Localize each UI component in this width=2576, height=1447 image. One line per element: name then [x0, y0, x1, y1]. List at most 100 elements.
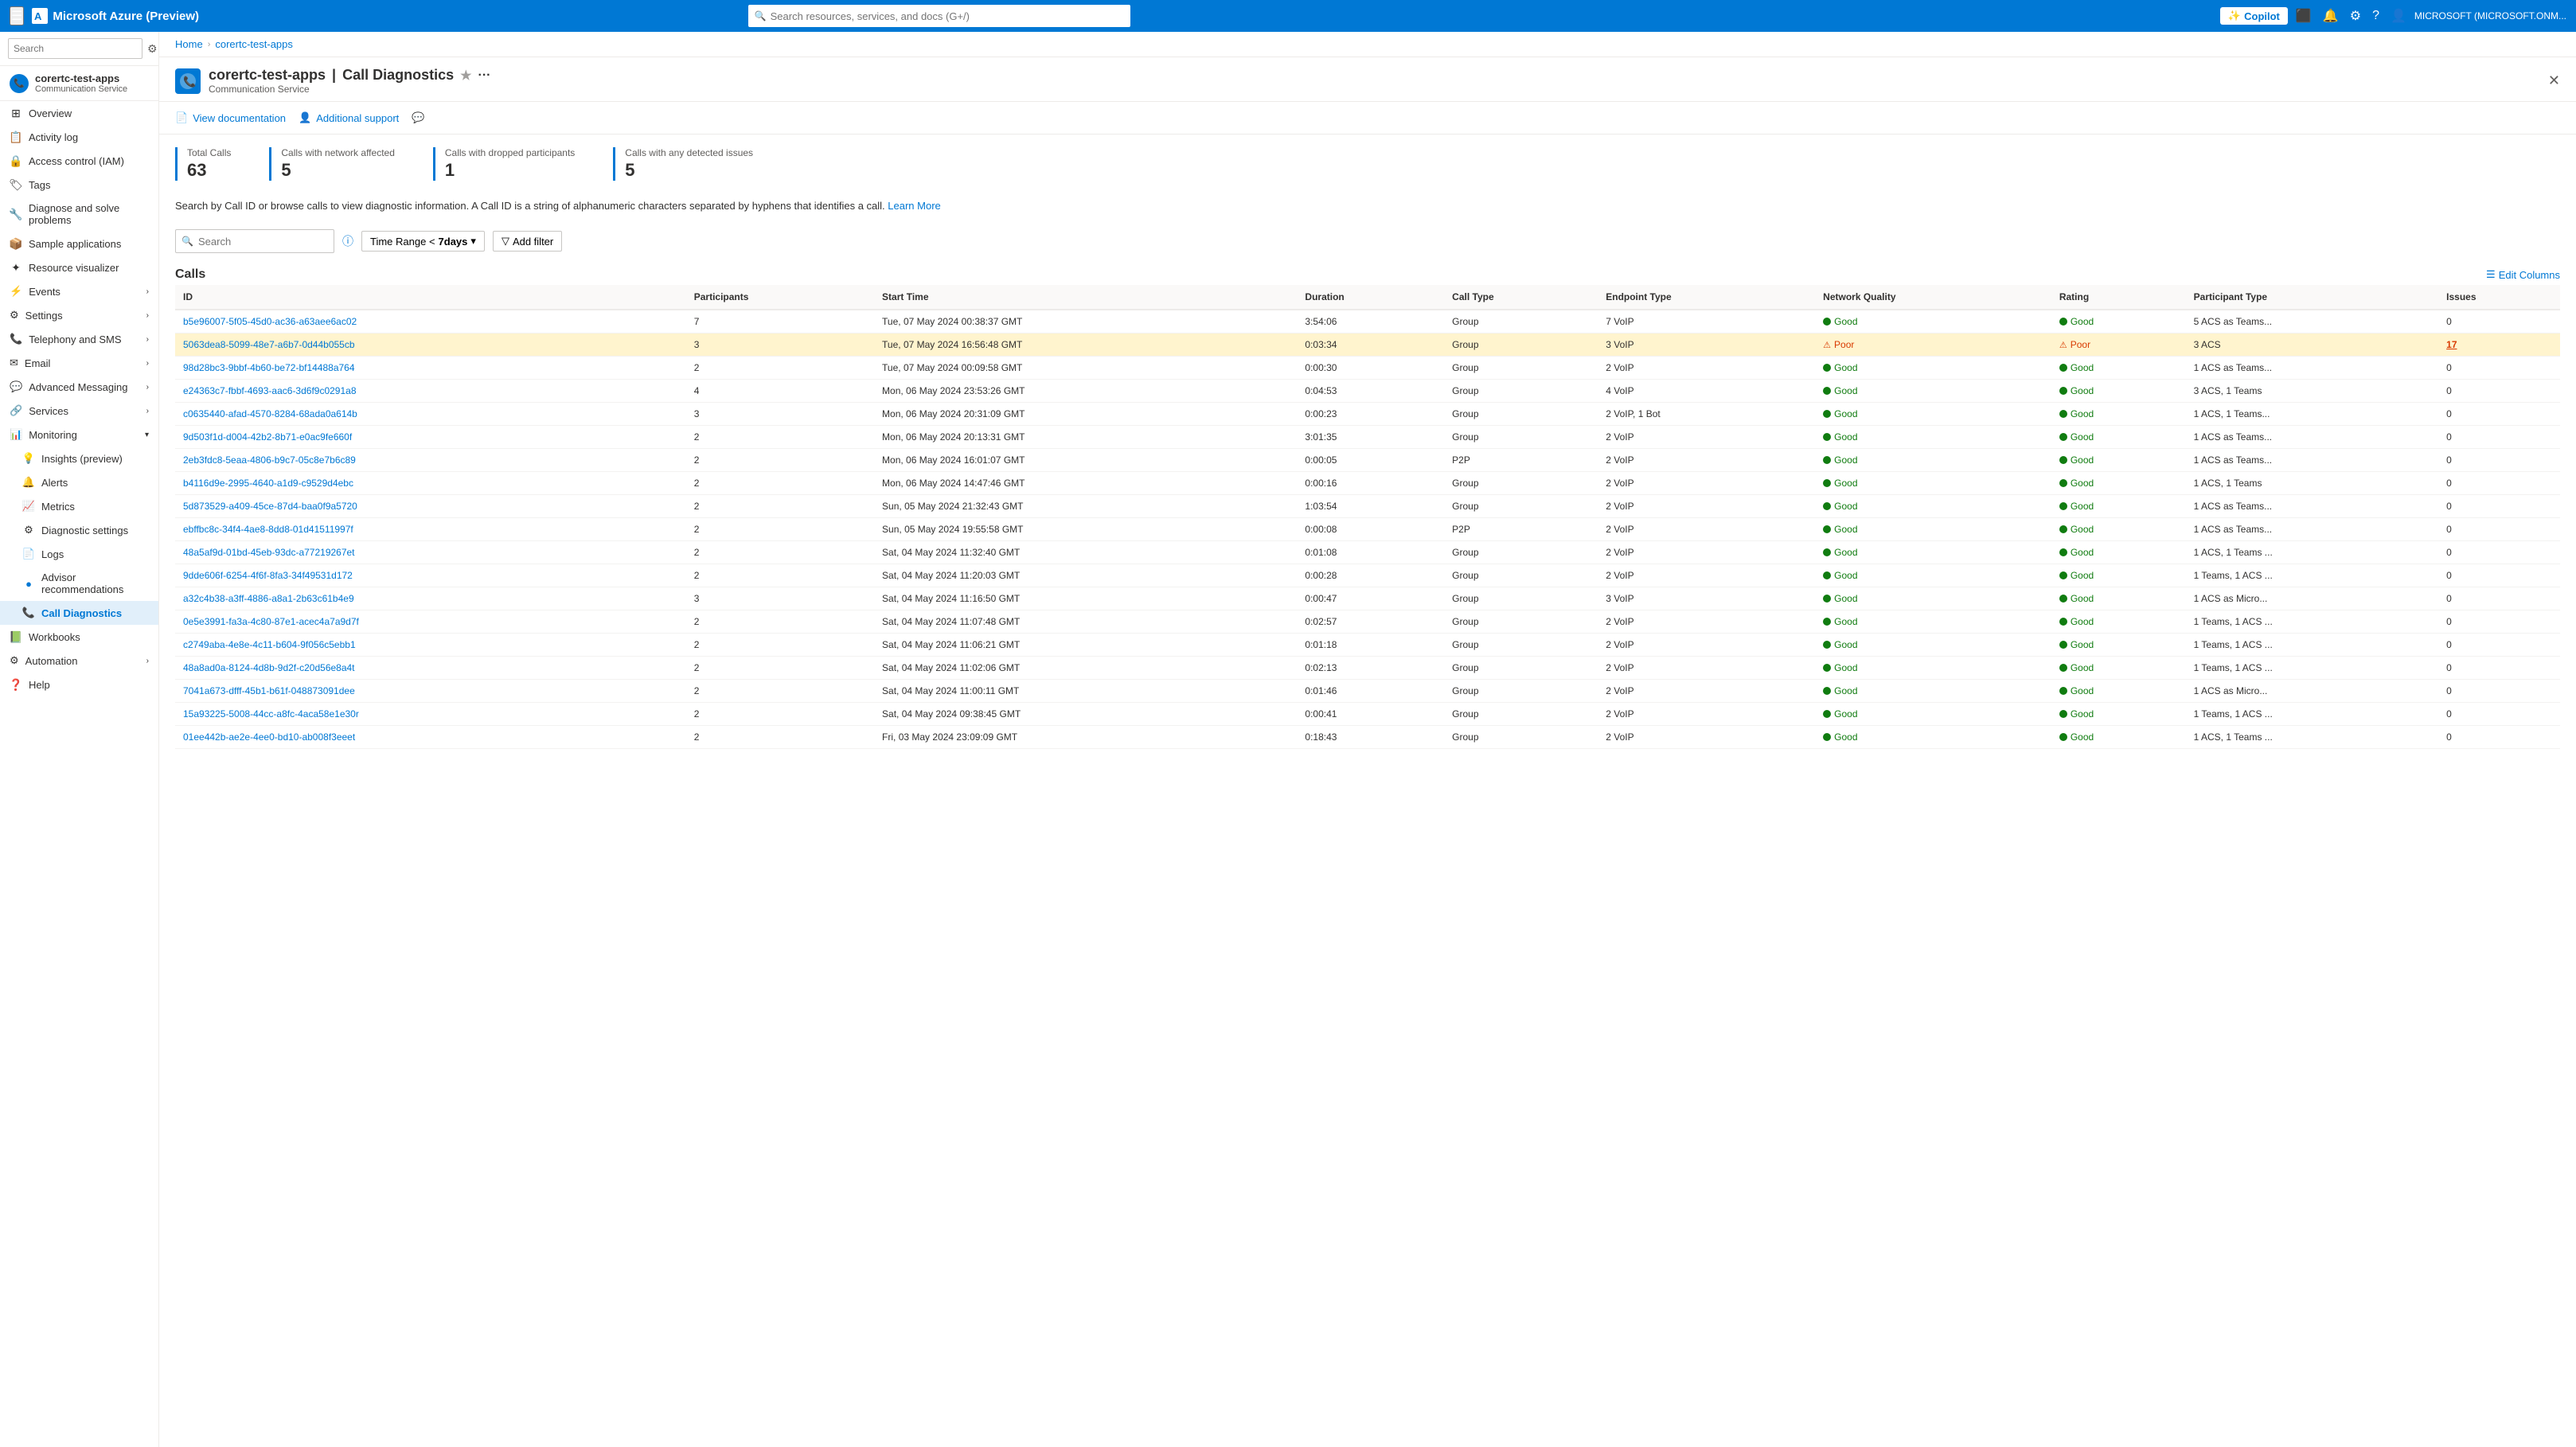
call-id-link[interactable]: b4116d9e-2995-4640-a1d9-c9529d4ebc — [183, 478, 353, 489]
cell-participants: 4 — [686, 380, 874, 403]
issues-link[interactable]: 17 — [2446, 339, 2457, 350]
cell-participant-type: 1 ACS as Micro... — [2186, 680, 2439, 703]
hamburger-button[interactable]: ☰ — [10, 6, 24, 25]
view-docs-button[interactable]: 📄 View documentation — [175, 108, 286, 127]
sidebar-item-diagnose[interactable]: 🔧 Diagnose and solve problems — [0, 197, 158, 232]
call-id-link[interactable]: ebffbc8c-34f4-4ae8-8dd8-01d41511997f — [183, 524, 353, 535]
learn-more-link[interactable]: Learn More — [888, 200, 940, 212]
col-header-issues[interactable]: Issues — [2438, 285, 2560, 310]
cell-start-time: Mon, 06 May 2024 16:01:07 GMT — [874, 449, 1297, 472]
sidebar-item-tags[interactable]: 🏷 Tags — [0, 173, 158, 197]
call-id-link[interactable]: b5e96007-5f05-45d0-ac36-a63aee6ac02 — [183, 316, 357, 327]
sidebar-label-automation: Automation — [25, 655, 78, 667]
sidebar-item-advisor-recommendations[interactable]: ● Advisor recommendations — [0, 566, 158, 601]
call-id-link[interactable]: 2eb3fdc8-5eaa-4806-b9c7-05c8e7b6c89 — [183, 454, 356, 466]
favorite-star[interactable]: ★ — [460, 68, 471, 84]
sidebar-item-logs[interactable]: 📄 Logs — [0, 542, 158, 566]
call-id-link[interactable]: 9dde606f-6254-4f6f-8fa3-34f49531d172 — [183, 570, 353, 581]
sidebar-group-monitoring[interactable]: 📊 Monitoring ▾ — [0, 423, 158, 447]
col-header-call-type[interactable]: Call Type — [1444, 285, 1598, 310]
issues-zero: 0 — [2446, 524, 2452, 535]
cell-duration: 0:00:23 — [1297, 403, 1444, 426]
sidebar-item-resource-visualizer[interactable]: ✦ Resource visualizer — [0, 255, 158, 279]
close-button[interactable]: ✕ — [2548, 72, 2560, 89]
col-header-duration[interactable]: Duration — [1297, 285, 1444, 310]
call-id-link[interactable]: c2749aba-4e8e-4c11-b604-9f056c5ebb1 — [183, 639, 356, 650]
cell-duration: 0:01:18 — [1297, 634, 1444, 657]
notifications-button[interactable]: 🔔 — [2320, 5, 2342, 27]
network-quality-value: Good — [1823, 639, 2043, 650]
global-search-input[interactable] — [748, 5, 1130, 27]
sidebar-item-iam[interactable]: 🔒 Access control (IAM) — [0, 149, 158, 173]
settings-button[interactable]: ⚙ — [2347, 5, 2364, 27]
network-quality-value: Good — [1823, 662, 2043, 673]
call-id-link[interactable]: 48a5af9d-01bd-45eb-93dc-a77219267et — [183, 547, 355, 558]
call-id-link[interactable]: 9d503f1d-d004-42b2-8b71-e0ac9fe660f — [183, 431, 352, 443]
breadcrumb-home[interactable]: Home — [175, 38, 203, 50]
sidebar-item-insights[interactable]: 💡 Insights (preview) — [0, 447, 158, 470]
calls-search-input[interactable] — [175, 229, 334, 253]
topbar-actions: ✨ Copilot ⬛ 🔔 ⚙ ? 👤 MICROSOFT (MICROSOFT… — [2220, 5, 2566, 27]
call-id-link[interactable]: e24363c7-fbbf-4693-aac6-3d6f9c0291a8 — [183, 385, 357, 396]
call-id-link[interactable]: a32c4b38-a3ff-4886-a8a1-2b63c61b4e9 — [183, 593, 354, 604]
call-id-link[interactable]: 7041a673-dfff-45b1-b61f-048873091dee — [183, 685, 355, 696]
sidebar-group-advanced-messaging[interactable]: 💬 Advanced Messaging › — [0, 375, 158, 399]
col-header-endpoint-type[interactable]: Endpoint Type — [1598, 285, 1815, 310]
issues-zero: 0 — [2446, 408, 2452, 419]
sidebar-item-workbooks[interactable]: 📗 Workbooks — [0, 625, 158, 649]
col-header-participant-type[interactable]: Participant Type — [2186, 285, 2439, 310]
sidebar-item-sample-apps[interactable]: 📦 Sample applications — [0, 232, 158, 255]
monitoring-expand-icon: ▾ — [145, 431, 149, 439]
cell-participants: 2 — [686, 703, 874, 726]
cell-duration: 0:00:30 — [1297, 357, 1444, 380]
breadcrumb-resource[interactable]: corertc-test-apps — [215, 38, 293, 50]
sidebar-group-automation[interactable]: ⚙ Automation › — [0, 649, 158, 673]
sidebar-group-email[interactable]: ✉ Email › — [0, 351, 158, 375]
col-header-network-quality[interactable]: Network Quality — [1815, 285, 2051, 310]
call-id-link[interactable]: 5d873529-a409-45ce-87d4-baa0f9a5720 — [183, 501, 357, 512]
col-header-participants[interactable]: Participants — [686, 285, 874, 310]
call-id-link[interactable]: c0635440-afad-4570-8284-68ada0a614b — [183, 408, 357, 419]
edit-columns-button[interactable]: ☰ Edit Columns — [2486, 268, 2560, 281]
col-header-start-time[interactable]: Start Time — [874, 285, 1297, 310]
time-range-button[interactable]: Time Range < 7days ▾ — [361, 231, 485, 252]
info-icon[interactable]: ⓘ — [342, 233, 353, 249]
sidebar-item-diagnostic-settings[interactable]: ⚙ Diagnostic settings — [0, 518, 158, 542]
sidebar-group-events[interactable]: ⚡ Events › — [0, 279, 158, 303]
events-expand-icon: › — [146, 287, 149, 296]
sidebar-item-activity-log[interactable]: 📋 Activity log — [0, 125, 158, 149]
cell-issues: 0 — [2438, 380, 2560, 403]
sidebar-item-metrics[interactable]: 📈 Metrics — [0, 494, 158, 518]
col-header-rating[interactable]: Rating — [2051, 285, 2186, 310]
call-id-link[interactable]: 01ee442b-ae2e-4ee0-bd10-ab008f3eeet — [183, 731, 355, 743]
shell-button[interactable]: ⬛ — [2293, 5, 2315, 27]
more-options-icon[interactable]: ··· — [478, 68, 490, 83]
sidebar-filter-button[interactable]: ⚙ — [147, 42, 158, 56]
sidebar-item-alerts[interactable]: 🔔 Alerts — [0, 470, 158, 494]
sidebar-group-settings[interactable]: ⚙ Settings › — [0, 303, 158, 327]
call-id-link[interactable]: 98d28bc3-9bbf-4b60-be72-bf14488a764 — [183, 362, 355, 373]
sidebar-item-call-diagnostics[interactable]: 📞 Call Diagnostics — [0, 601, 158, 625]
sidebar-label-metrics: Metrics — [41, 501, 75, 513]
add-filter-button[interactable]: ▽ Add filter — [493, 231, 562, 252]
call-id-link[interactable]: 0e5e3991-fa3a-4c80-87e1-acec4a7a9d7f — [183, 616, 359, 627]
call-id-link[interactable]: 15a93225-5008-44cc-a8fc-4aca58e1e30r — [183, 708, 359, 720]
sidebar-search-input[interactable] — [8, 38, 142, 59]
sidebar-group-telephony[interactable]: 📞 Telephony and SMS › — [0, 327, 158, 351]
sidebar-item-help[interactable]: ❓ Help — [0, 673, 158, 696]
help-button[interactable]: ? — [2369, 6, 2383, 26]
call-id-link[interactable]: 48a8ad0a-8124-4d8b-9d2f-c20d56e8a4t — [183, 662, 355, 673]
sidebar-item-overview[interactable]: ⊞ Overview — [0, 101, 158, 125]
additional-support-button[interactable]: 👤 Additional support — [299, 108, 399, 127]
cell-start-time: Sat, 04 May 2024 11:06:21 GMT — [874, 634, 1297, 657]
cell-duration: 3:01:35 — [1297, 426, 1444, 449]
col-header-id[interactable]: ID — [175, 285, 686, 310]
rating-value: Good — [2059, 454, 2178, 466]
sidebar-label-resource-visualizer: Resource visualizer — [29, 262, 119, 274]
feedback-button[interactable]: 💬 — [412, 108, 424, 127]
copilot-button[interactable]: ✨ Copilot — [2220, 7, 2288, 25]
user-feedback-button[interactable]: 👤 — [2387, 5, 2410, 27]
call-id-link[interactable]: 5063dea8-5099-48e7-a6b7-0d44b055cb — [183, 339, 355, 350]
sidebar-group-services[interactable]: 🔗 Services › — [0, 399, 158, 423]
table-row: 48a5af9d-01bd-45eb-93dc-a77219267et 2 Sa… — [175, 541, 2560, 564]
